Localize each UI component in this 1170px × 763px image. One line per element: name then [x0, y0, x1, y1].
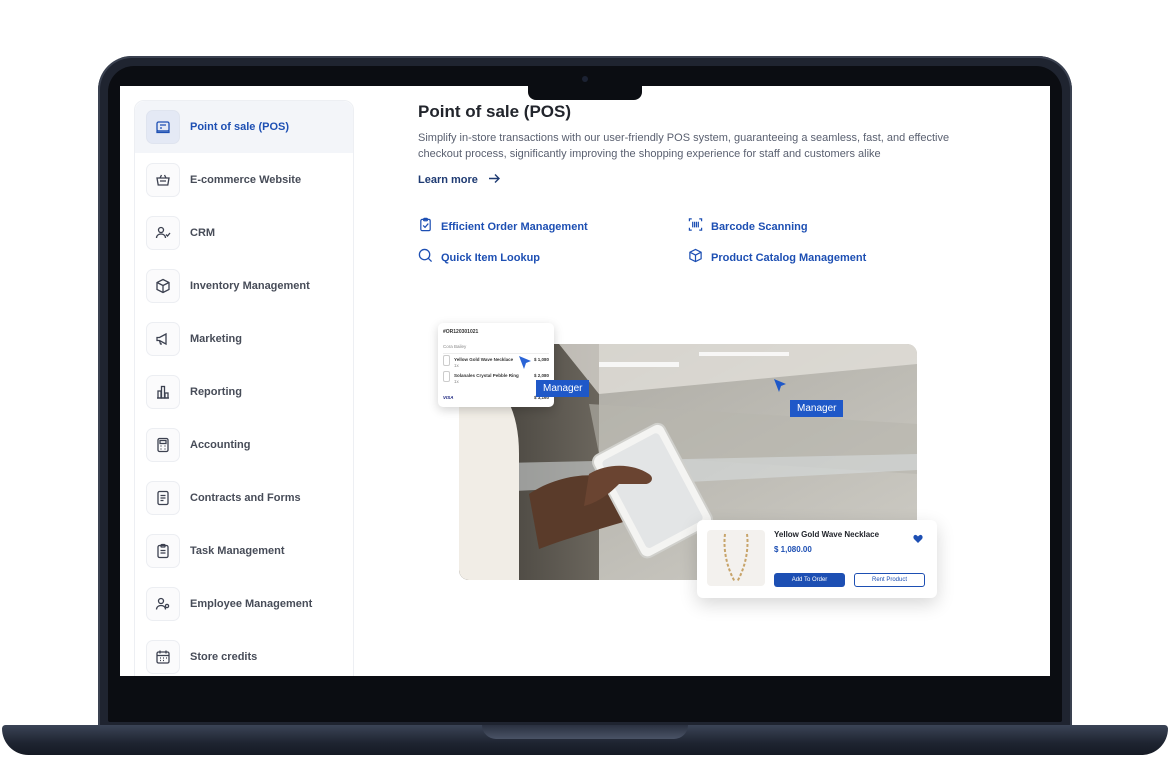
barcode-icon: [688, 217, 703, 237]
shopping-basket-icon: [146, 163, 180, 197]
sidebar-item-label: Store credits: [190, 651, 258, 663]
sidebar-item-label: Accounting: [190, 439, 251, 451]
rent-product-button[interactable]: Rent Product: [854, 573, 925, 587]
product-card: Yellow Gold Wave Necklace $ 1,080.00 Add…: [697, 520, 937, 598]
heart-icon[interactable]: [913, 531, 923, 549]
laptop-screen: Point of sale (POS) E-commerce Website C…: [120, 86, 1050, 676]
sidebar: Point of sale (POS) E-commerce Website C…: [134, 100, 354, 676]
order-id: #OR120301021: [443, 329, 479, 335]
user-group-icon: [146, 216, 180, 250]
feature-order-management: Efficient Order Management: [418, 217, 588, 237]
sidebar-item-contracts[interactable]: Contracts and Forms: [135, 472, 353, 524]
sidebar-item-label: Contracts and Forms: [190, 492, 301, 504]
product-price: $ 1,080.00: [774, 545, 812, 554]
search-icon: [418, 248, 433, 268]
sidebar-item-tasks[interactable]: Task Management: [135, 525, 353, 577]
feature-label: Product Catalog Management: [711, 252, 867, 264]
pos-terminal-icon: [146, 110, 180, 144]
sidebar-item-pos[interactable]: Point of sale (POS): [135, 101, 353, 153]
feature-barcode-scanning: Barcode Scanning: [688, 217, 808, 237]
learn-more-link[interactable]: Learn more: [418, 171, 501, 189]
feature-quick-lookup: Quick Item Lookup: [418, 248, 540, 268]
necklace-image: [707, 530, 765, 586]
feature-label: Quick Item Lookup: [441, 252, 541, 264]
sidebar-item-label: Point of sale (POS): [190, 121, 290, 133]
learn-more-label: Learn more: [418, 174, 478, 186]
sidebar-item-label: Inventory Management: [190, 280, 310, 292]
box-icon: [146, 269, 180, 303]
manager-tag: Manager: [790, 400, 844, 417]
order-item-name: Solanales Crystal Pebble Ring: [454, 373, 519, 378]
feature-product-catalog: Product Catalog Management: [688, 248, 866, 268]
sidebar-item-label: Employee Management: [190, 598, 313, 610]
product-name: Yellow Gold Wave Necklace: [774, 530, 880, 539]
camera-icon: [582, 76, 588, 82]
manager-tag: Manager: [536, 380, 590, 397]
bar-chart-icon: [146, 375, 180, 409]
sidebar-item-crm[interactable]: CRM: [135, 207, 353, 259]
feature-label: Barcode Scanning: [711, 221, 808, 233]
page-title: Point of sale (POS): [418, 102, 572, 121]
clipboard-check-icon: [418, 217, 433, 237]
sidebar-item-store-credits[interactable]: Store credits: [135, 631, 353, 676]
sidebar-item-label: Reporting: [190, 386, 242, 398]
feature-label: Efficient Order Management: [441, 221, 588, 233]
cursor-icon: [518, 355, 532, 376]
clipboard-icon: [146, 534, 180, 568]
order-item-qty: 1x: [454, 363, 459, 368]
sidebar-item-marketing[interactable]: Marketing: [135, 313, 353, 365]
sidebar-item-label: E-commerce Website: [190, 174, 302, 186]
arrow-right-icon: [488, 171, 501, 189]
sidebar-item-employees[interactable]: Employee Management: [135, 578, 353, 630]
order-customer: Cora Bailey: [443, 344, 467, 349]
megaphone-icon: [146, 322, 180, 356]
cursor-icon: [773, 378, 787, 399]
order-item-price: $ 2,080: [533, 373, 549, 378]
employee-icon: [146, 587, 180, 621]
sidebar-item-inventory[interactable]: Inventory Management: [135, 260, 353, 312]
divider: [443, 353, 549, 354]
sidebar-item-label: Task Management: [190, 545, 285, 557]
page-description: Simplify in-store transactions with our …: [418, 132, 950, 160]
sidebar-item-label: CRM: [190, 227, 216, 239]
order-item-qty: 1x: [454, 379, 459, 384]
document-icon: [146, 481, 180, 515]
cube-icon: [688, 248, 703, 268]
sidebar-item-ecommerce[interactable]: E-commerce Website: [135, 154, 353, 206]
product-thumbnail: [443, 371, 450, 382]
order-item-price: $ 1,080: [533, 357, 549, 362]
calendar-icon: [146, 640, 180, 674]
visa-logo: VISA: [443, 395, 454, 400]
laptop-base-lip: [482, 725, 688, 739]
add-to-order-button[interactable]: Add To Order: [774, 573, 845, 587]
sidebar-item-reporting[interactable]: Reporting: [135, 366, 353, 418]
sidebar-item-accounting[interactable]: Accounting: [135, 419, 353, 471]
sidebar-item-label: Marketing: [190, 333, 242, 345]
calculator-icon: [146, 428, 180, 462]
order-item-name: Yellow Gold Wave Necklace: [454, 357, 514, 362]
product-thumbnail: [443, 355, 450, 366]
